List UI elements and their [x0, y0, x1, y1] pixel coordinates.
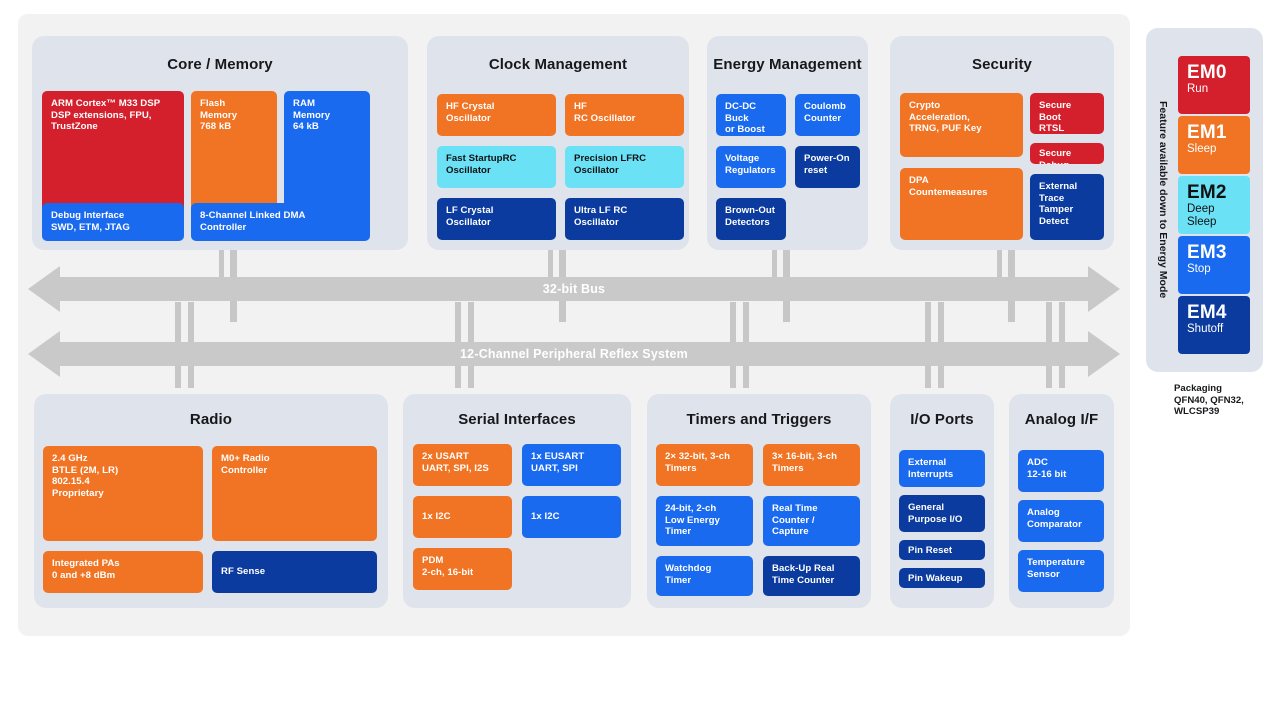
block-2x-usart: 2x USART UART, SPI, I2S [413, 444, 512, 486]
block-debug-interface: Debug Interface SWD, ETM, JTAG [42, 203, 184, 241]
group-io-ports: I/O Ports External Interrupts General Pu… [890, 394, 994, 608]
block-pin-wakeup: Pin Wakeup [899, 568, 985, 588]
block-integrated-pas: Integrated PAs 0 and +8 dBm [43, 551, 203, 593]
group-title-radio: Radio [189, 411, 233, 428]
block-linked-dma-controller: 8-Channel Linked DMA Controller [191, 203, 370, 241]
block-voltage-regulators: Voltage Regulators [716, 146, 786, 188]
block-fast-startup-rc-oscillator: Fast StartupRC Oscillator [437, 146, 556, 188]
energy-mode-axis-text: Feature available down to Energy Mode [1157, 101, 1169, 299]
diagram-root: Core / Memory ARM Cortex™ M33 DSP DSP ex… [0, 0, 1280, 721]
energy-mode-em0-code: EM0 [1187, 62, 1227, 83]
group-title-energy-management: Energy Management [713, 56, 862, 73]
block-3x-16bit-timers: 3× 16-bit, 3-ch Timers [763, 444, 860, 486]
block-real-time-counter-capture: Real Time Counter / Capture [763, 496, 860, 546]
block-secure-boot-rtsl: Secure Boot RTSL [1030, 93, 1104, 134]
energy-mode-em0-name: Run [1187, 83, 1209, 95]
block-coulomb-counter: Coulomb Counter [795, 94, 860, 136]
block-general-purpose-io: General Purpose I/O [899, 495, 985, 532]
group-security: Security Crypto Acceleration, TRNG, PUF … [890, 36, 1114, 250]
group-serial-interfaces: Serial Interfaces 2x USART UART, SPI, I2… [403, 394, 631, 608]
group-title-analog-if: Analog I/F [1024, 411, 1099, 428]
group-title-timers-and-triggers: Timers and Triggers [686, 411, 832, 428]
block-secure-debug: Secure Debug [1030, 143, 1104, 164]
block-adc: ADC 12-16 bit [1018, 450, 1104, 492]
block-rf-sense: RF Sense [212, 551, 377, 593]
block-1x-i2c-orange: 1x I2C [413, 496, 512, 538]
group-title-security: Security [972, 56, 1032, 73]
block-low-energy-timer: 24-bit, 2-ch Low Energy Timer [656, 496, 753, 546]
energy-mode-em3-code: EM3 [1187, 242, 1227, 263]
block-2x-32bit-timers: 2× 32-bit, 3-ch Timers [656, 444, 753, 486]
block-hf-crystal-oscillator: HF Crystal Oscillator [437, 94, 556, 136]
block-brown-out-detectors: Brown-Out Detectors [716, 198, 786, 240]
block-1x-i2c-blue: 1x I2C [522, 496, 621, 538]
energy-mode-em3: EM3 Stop [1178, 236, 1250, 294]
energy-mode-em1-code: EM1 [1187, 122, 1227, 143]
bus-peripheral-reflex-system: 12-Channel Peripheral Reflex System [28, 331, 1120, 377]
block-dc-dc-buck-or-boost: DC-DC Buck or Boost [716, 94, 786, 136]
group-energy-management: Energy Management DC-DC Buck or Boost Co… [707, 36, 868, 250]
block-dpa-countermeasures: DPA Countemeasures [900, 168, 1023, 240]
packaging-note: Packaging QFN40, QFN32, WLCSP39 [1174, 383, 1244, 418]
block-external-trace-tamper-detect: External Trace Tamper Detect [1030, 174, 1104, 240]
block-24ghz-radio: 2.4 GHz BTLE (2M, LR) 802.15.4 Proprieta… [43, 446, 203, 541]
group-core-memory: Core / Memory ARM Cortex™ M33 DSP DSP ex… [32, 36, 408, 250]
energy-mode-em1: EM1 Sleep [1178, 116, 1250, 174]
block-watchdog-timer: Watchdog Timer [656, 556, 753, 596]
block-m0-radio-controller: M0+ Radio Controller [212, 446, 377, 541]
energy-mode-em1-name: Sleep [1187, 143, 1217, 155]
group-analog-if: Analog I/F ADC 12-16 bit Analog Comparat… [1009, 394, 1114, 608]
block-lf-crystal-oscillator: LF Crystal Oscillator [437, 198, 556, 240]
energy-mode-em2: EM2 Deep Sleep [1178, 176, 1250, 234]
energy-mode-em4-code: EM4 [1187, 302, 1227, 323]
group-title-clock-management: Clock Management [488, 56, 628, 73]
energy-mode-em3-name: Stop [1187, 263, 1211, 275]
energy-mode-em2-code: EM2 [1187, 182, 1227, 203]
energy-mode-em4: EM4 Shutoff [1178, 296, 1250, 354]
group-timers-and-triggers: Timers and Triggers 2× 32-bit, 3-ch Time… [647, 394, 871, 608]
group-clock-management: Clock Management HF Crystal Oscillator H… [427, 36, 689, 250]
group-title-serial-interfaces: Serial Interfaces [458, 411, 576, 428]
block-precision-lfrc-oscillator: Precision LFRC Oscillator [565, 146, 684, 188]
group-radio: Radio 2.4 GHz BTLE (2M, LR) 802.15.4 Pro… [34, 394, 388, 608]
block-external-interrupts: External Interrupts [899, 450, 985, 487]
block-pdm: PDM 2-ch, 16-bit [413, 548, 512, 590]
block-power-on-reset: Power-On reset [795, 146, 860, 188]
block-backup-real-time-counter: Back-Up Real Time Counter [763, 556, 860, 596]
energy-mode-em0: EM0 Run [1178, 56, 1250, 114]
block-pin-reset: Pin Reset [899, 540, 985, 560]
group-title-io-ports: I/O Ports [910, 411, 974, 428]
block-hf-rc-oscillator: HF RC Oscillator [565, 94, 684, 136]
energy-mode-em2-name: Deep Sleep [1187, 203, 1217, 228]
block-ultra-lf-rc-oscillator: Ultra LF RC Oscillator [565, 198, 684, 240]
block-temperature-sensor: Temperature Sensor [1018, 550, 1104, 592]
energy-mode-em4-name: Shutoff [1187, 323, 1224, 335]
group-title-core-memory: Core / Memory [167, 56, 273, 73]
block-1x-eusart: 1x EUSART UART, SPI [522, 444, 621, 486]
block-analog-comparator: Analog Comparator [1018, 500, 1104, 542]
energy-mode-axis-label: Feature available down to Energy Mode [1152, 28, 1174, 372]
block-crypto-acceleration: Crypto Acceleration, TRNG, PUF Key [900, 93, 1023, 157]
